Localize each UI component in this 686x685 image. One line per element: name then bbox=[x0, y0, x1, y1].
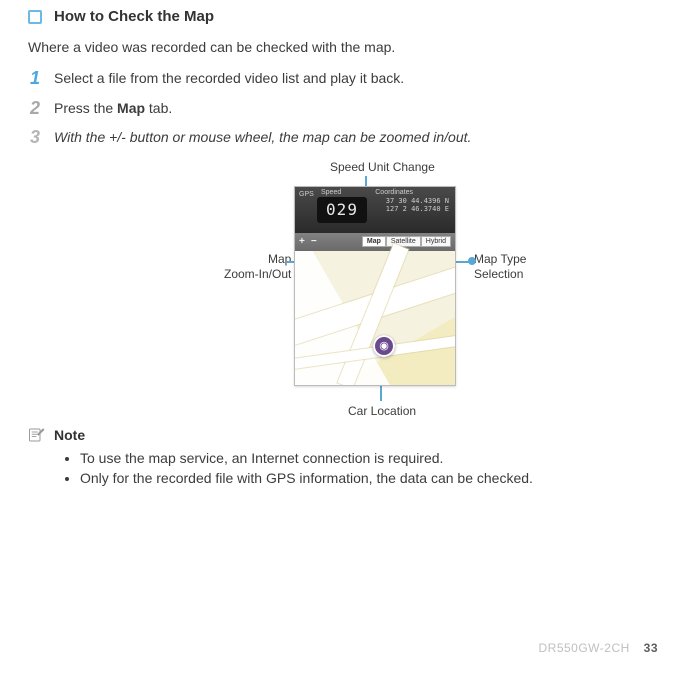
widget-toolbar: + − Map Satellite Hybrid bbox=[295, 233, 455, 251]
callout-map-type: Map Type Selection bbox=[474, 252, 526, 282]
header-gps-label: GPS bbox=[299, 191, 314, 198]
step-number: 2 bbox=[28, 99, 42, 117]
callout-zoom: Map Zoom-In/Out bbox=[224, 252, 291, 282]
map-type-tab-hybrid[interactable]: Hybrid bbox=[421, 236, 451, 247]
header-coord-label: Coordinates bbox=[375, 189, 413, 196]
note-heading-row: Note bbox=[28, 426, 658, 444]
note-heading: Note bbox=[54, 427, 85, 443]
widget-header: GPS Speed Coordinates 029 37 30 44.4396 … bbox=[295, 187, 455, 233]
map-type-tab-satellite[interactable]: Satellite bbox=[386, 236, 421, 247]
note-item: Only for the recorded file with GPS info… bbox=[80, 470, 658, 486]
step-text: Press the Map tab. bbox=[54, 99, 658, 119]
callout-type-line2: Selection bbox=[474, 267, 523, 281]
map-widget-screenshot: GPS Speed Coordinates 029 37 30 44.4396 … bbox=[294, 186, 456, 386]
callout-car-location: Car Location bbox=[348, 404, 416, 419]
note-item: To use the map service, an Internet conn… bbox=[80, 450, 658, 466]
note-pencil-icon bbox=[28, 426, 46, 444]
callout-type-line1: Map Type bbox=[474, 252, 526, 266]
step-number: 1 bbox=[28, 69, 42, 87]
step-list: 1 Select a file from the recorded video … bbox=[28, 69, 658, 148]
step-2-pre: Press the bbox=[54, 100, 117, 116]
page-footer: DR550GW-2CH 33 bbox=[538, 641, 658, 655]
section-bullet-icon bbox=[28, 10, 42, 24]
map-type-tabs: Map Satellite Hybrid bbox=[362, 236, 451, 247]
zoom-out-button[interactable]: − bbox=[311, 236, 317, 247]
coord-lon: 127 2 46.3740 E bbox=[386, 205, 449, 213]
step-2-bold: Map bbox=[117, 100, 145, 116]
coord-lat: 37 30 44.4396 N bbox=[386, 197, 449, 205]
step-1: 1 Select a file from the recorded video … bbox=[28, 69, 658, 89]
figure-area: Speed Unit Change Map Zoom-In/Out Map Ty… bbox=[28, 158, 658, 418]
footer-model: DR550GW-2CH bbox=[538, 641, 629, 655]
zoom-controls: + − bbox=[299, 236, 317, 247]
step-text: Select a file from the recorded video li… bbox=[54, 69, 658, 89]
car-location-pin-icon: ◉ bbox=[373, 335, 395, 357]
callout-zoom-line2: Zoom-In/Out bbox=[224, 267, 291, 281]
step-2: 2 Press the Map tab. bbox=[28, 99, 658, 119]
section-title-row: How to Check the Map bbox=[28, 8, 658, 25]
step-3: 3 With the +/- button or mouse wheel, th… bbox=[28, 128, 658, 148]
step-number: 3 bbox=[28, 128, 42, 146]
note-list: To use the map service, an Internet conn… bbox=[80, 450, 658, 486]
map-type-tab-map[interactable]: Map bbox=[362, 236, 386, 247]
callout-zoom-line1: Map bbox=[268, 252, 291, 266]
map-canvas[interactable]: ◉ bbox=[295, 251, 455, 385]
intro-text: Where a video was recorded can be checke… bbox=[28, 39, 658, 55]
zoom-in-button[interactable]: + bbox=[299, 236, 305, 247]
callout-speed-unit: Speed Unit Change bbox=[330, 160, 435, 175]
footer-page-number: 33 bbox=[644, 641, 658, 655]
header-speed-label: Speed bbox=[321, 189, 341, 196]
step-text: With the +/- button or mouse wheel, the … bbox=[54, 128, 658, 148]
step-2-post: tab. bbox=[145, 100, 172, 116]
speed-display[interactable]: 029 bbox=[317, 197, 367, 223]
coordinate-display: 37 30 44.4396 N 127 2 46.3740 E bbox=[386, 197, 449, 214]
section-title: How to Check the Map bbox=[54, 8, 214, 25]
